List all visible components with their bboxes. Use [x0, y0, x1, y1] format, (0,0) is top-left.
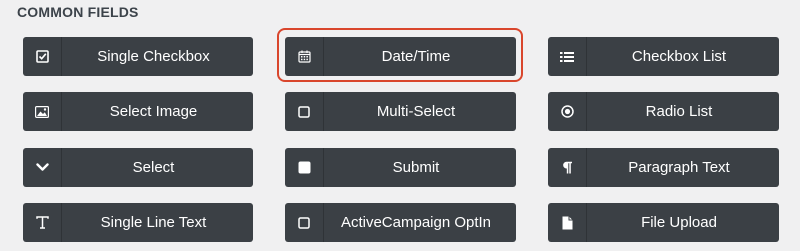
date-time-button[interactable]: Date/Time — [285, 37, 516, 76]
single-checkbox-label: Single Checkbox — [97, 48, 210, 65]
checkbox-list-button[interactable]: Checkbox List — [548, 37, 779, 76]
checkbox-list-label: Checkbox List — [631, 48, 727, 65]
chevron-down-icon — [23, 148, 62, 187]
file-upload-button[interactable]: File Upload — [548, 203, 779, 242]
paragraph-text-label: Paragraph Text — [628, 159, 730, 176]
radio-list-button[interactable]: Radio List — [548, 92, 779, 131]
single-checkbox-button[interactable]: Single Checkbox — [23, 37, 253, 76]
select-button[interactable]: Select — [23, 148, 253, 187]
checkbox-checked-icon — [23, 37, 62, 76]
square-outline-icon — [285, 92, 324, 131]
select-image-button[interactable]: Select Image — [23, 92, 253, 131]
section-title: COMMON FIELDS — [17, 4, 139, 20]
square-filled-icon — [285, 148, 324, 187]
list-icon — [548, 37, 587, 76]
file-upload-label: File Upload — [641, 214, 717, 231]
date-time-label: Date/Time — [381, 48, 451, 65]
pilcrow-icon — [548, 148, 587, 187]
radio-dot-icon — [548, 92, 587, 131]
image-icon — [23, 92, 62, 131]
single-line-text-button[interactable]: Single Line Text — [23, 203, 253, 242]
submit-label: Submit — [392, 159, 440, 176]
file-icon — [548, 203, 587, 242]
radio-list-label: Radio List — [645, 103, 713, 120]
multi-select-button[interactable]: Multi-Select — [285, 92, 516, 131]
activecampaign-optin-button[interactable]: ActiveCampaign OptIn — [285, 203, 516, 242]
square-outline-icon — [285, 203, 324, 242]
single-line-text-label: Single Line Text — [100, 214, 207, 231]
submit-button[interactable]: Submit — [285, 148, 516, 187]
select-image-label: Select Image — [109, 103, 198, 120]
select-label: Select — [132, 159, 175, 176]
activecampaign-optin-label: ActiveCampaign OptIn — [340, 214, 492, 231]
calendar-icon — [285, 37, 324, 76]
text-t-icon — [23, 203, 62, 242]
paragraph-text-button[interactable]: Paragraph Text — [548, 148, 779, 187]
multi-select-label: Multi-Select — [376, 103, 456, 120]
